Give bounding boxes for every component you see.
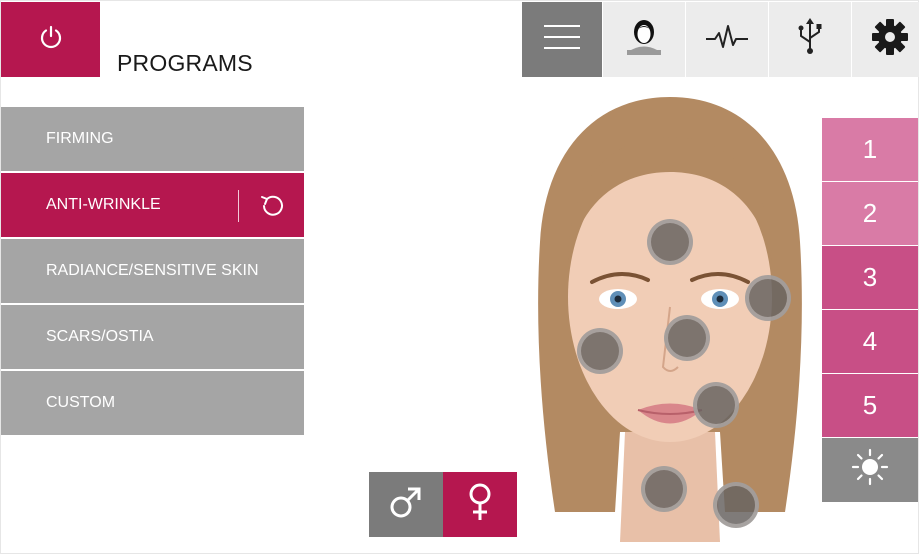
menu-icon [544, 22, 580, 57]
power-icon [38, 24, 64, 55]
face-profile-button[interactable] [603, 2, 685, 77]
male-button[interactable] [369, 472, 443, 537]
program-custom[interactable]: CUSTOM [1, 371, 304, 435]
treatment-point-right-temple[interactable] [745, 275, 791, 321]
female-button[interactable] [443, 472, 517, 537]
divider [238, 190, 239, 222]
sun-icon [850, 447, 890, 494]
level-5-button[interactable]: 5 [822, 374, 918, 437]
program-label: FIRMING [46, 130, 114, 147]
female-symbol-icon [466, 482, 494, 527]
program-label: RADIANCE/SENSITIVE SKIN [46, 262, 259, 279]
level-1-button[interactable]: 1 [822, 118, 918, 181]
pulse-wave-icon [706, 22, 748, 57]
program-label: ANTI-WRINKLE [46, 196, 161, 213]
male-symbol-icon [389, 485, 423, 524]
top-toolbar [522, 2, 919, 77]
program-list: FIRMING ANTI-WRINKLE RADIANCE/SENSITIVE … [1, 107, 304, 437]
power-button[interactable] [1, 2, 100, 77]
settings-button[interactable] [852, 2, 919, 77]
program-radiance[interactable]: RADIANCE/SENSITIVE SKIN [1, 239, 304, 303]
treatment-point-right-cheek[interactable] [693, 382, 739, 428]
program-label: SCARS/OSTIA [46, 328, 154, 345]
face-profile-icon [627, 19, 661, 60]
intensity-levels: 1 2 3 4 5 [822, 118, 918, 503]
program-label: CUSTOM [46, 394, 116, 411]
program-scars[interactable]: SCARS/OSTIA [1, 305, 304, 369]
menu-button[interactable] [522, 2, 602, 77]
usb-button[interactable] [769, 2, 851, 77]
program-anti-wrinkle[interactable]: ANTI-WRINKLE [1, 173, 304, 237]
treatment-point-forehead[interactable] [647, 219, 693, 265]
gear-icon [871, 18, 909, 61]
treatment-point-left-cheek[interactable] [577, 328, 623, 374]
level-4-button[interactable]: 4 [822, 310, 918, 373]
usb-icon [796, 18, 824, 61]
treatment-point-jaw[interactable] [713, 482, 759, 528]
pulse-button[interactable] [686, 2, 768, 77]
gender-selector [369, 472, 517, 537]
brightness-button[interactable] [822, 438, 918, 502]
program-firming[interactable]: FIRMING [1, 107, 304, 171]
reset-icon[interactable] [257, 191, 287, 221]
face-map [520, 92, 820, 542]
page-title: PROGRAMS [117, 50, 253, 76]
level-2-button[interactable]: 2 [822, 182, 918, 245]
treatment-point-chin[interactable] [641, 466, 687, 512]
level-3-button[interactable]: 3 [822, 246, 918, 309]
treatment-point-nose[interactable] [664, 315, 710, 361]
